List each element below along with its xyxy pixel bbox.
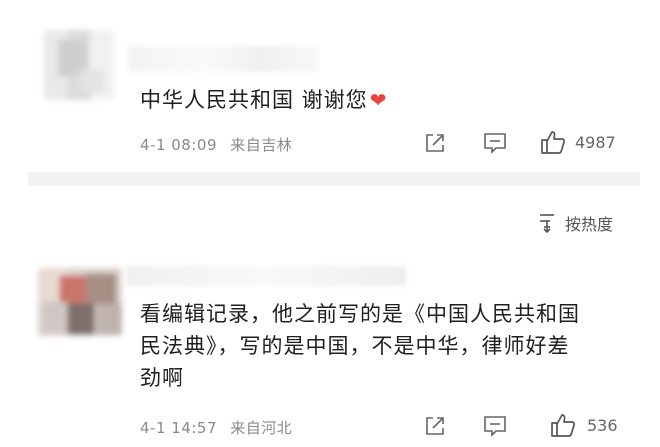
comment-line-2: 民法典》，写的是中国，不是中华，律师好差 [140, 334, 570, 358]
like-count: 4987 [575, 133, 616, 152]
heart-emoji: ❤ [369, 88, 388, 112]
comment-time: 4-1 08:09 [140, 136, 217, 154]
comment-meta: 4-1 14:57 来自河北 [140, 417, 292, 438]
comment-icon[interactable] [483, 132, 507, 154]
username-blurred[interactable] [128, 46, 318, 72]
avatar[interactable] [44, 30, 114, 100]
comment-location: 来自河北 [230, 419, 293, 437]
comment-meta: 4-1 08:09 来自吉林 [140, 134, 292, 155]
comment-line-3: 劲啊 [140, 366, 184, 390]
thumbs-up-icon[interactable] [540, 129, 568, 155]
username-blurred[interactable] [126, 266, 406, 286]
comment-text: 看编辑记录，他之前写的是《中国人民共和国 民法典》，写的是中国，不是中华，律师好… [140, 298, 580, 394]
sort-icon[interactable] [538, 211, 558, 233]
share-icon[interactable] [423, 131, 447, 155]
sort-button[interactable]: 按热度 [565, 211, 613, 235]
share-icon[interactable] [423, 414, 447, 438]
like-count: 536 [587, 416, 618, 435]
comment-line-1: 看编辑记录，他之前写的是《中国人民共和国 [140, 302, 580, 326]
comment-text: 中华人民共和国 谢谢您 ❤ [140, 88, 388, 112]
divider [28, 172, 640, 186]
comment-time: 4-1 14:57 [140, 419, 217, 437]
avatar[interactable] [38, 268, 122, 336]
thumbs-up-icon[interactable] [550, 412, 578, 438]
comment-location: 来自吉林 [230, 136, 293, 154]
comment-icon[interactable] [483, 415, 507, 437]
